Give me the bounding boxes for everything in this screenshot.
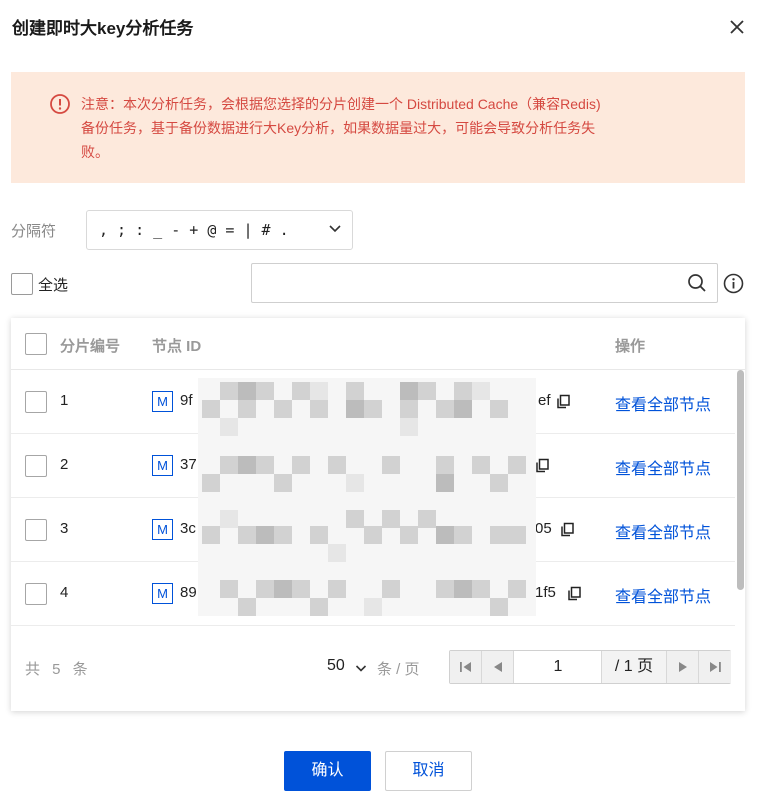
scrollbar-thumb[interactable] (737, 370, 744, 590)
node-id-end: ef (538, 392, 551, 409)
copy-icon[interactable] (560, 522, 575, 537)
first-page-icon (460, 662, 471, 672)
copy-icon[interactable] (567, 586, 582, 601)
first-page-button[interactable] (450, 651, 482, 683)
row-checkbox[interactable] (25, 519, 47, 541)
page-size-select[interactable]: 50 (327, 657, 345, 675)
page-size-unit: 条 / 页 (377, 661, 420, 678)
separator-select[interactable]: , ; : _ - + @ = | # . (86, 210, 353, 250)
node-id-start: 9f (180, 392, 193, 409)
confirm-button[interactable]: 确认 (284, 751, 371, 791)
header-action: 操作 (615, 338, 646, 355)
alert-text-line-1: 注意：本次分析任务，会根据您选择的分片创建一个 Distributed Cach… (81, 96, 601, 112)
copy-icon[interactable] (556, 394, 571, 409)
page-total-label: / 1 页 (601, 651, 666, 683)
shard-number: 3 (60, 520, 69, 537)
header-node-id: 节点 ID (152, 338, 202, 355)
page-number-input[interactable]: 1 (515, 651, 601, 683)
chevron-down-icon (329, 225, 341, 233)
shard-number: 2 (60, 456, 69, 473)
row-checkbox[interactable] (25, 391, 47, 413)
shard-number: 1 (60, 392, 69, 409)
warning-alert: 注意：本次分析任务，会根据您选择的分片创建一个 Distributed Cach… (11, 72, 745, 183)
node-id-start: 37 (180, 456, 197, 473)
row-checkbox[interactable] (25, 583, 47, 605)
header-checkbox[interactable] (25, 333, 47, 355)
info-icon[interactable] (723, 273, 744, 294)
header-shard-no: 分片编号 (60, 338, 121, 355)
prev-page-icon (494, 662, 502, 672)
prev-page-button[interactable] (482, 651, 514, 683)
last-page-button[interactable] (698, 651, 731, 683)
close-icon[interactable] (728, 18, 746, 36)
select-all-label: 全选 (38, 277, 69, 294)
node-id-end: 05 (535, 520, 552, 537)
row-checkbox[interactable] (25, 455, 47, 477)
view-all-nodes-link[interactable]: 查看全部节点 (615, 583, 711, 607)
last-page-icon (710, 662, 721, 672)
pagination-controls: 1 / 1 页 (449, 650, 731, 684)
view-all-nodes-link[interactable]: 查看全部节点 (615, 519, 711, 543)
master-badge: M (152, 391, 173, 412)
node-id-start: 89 (180, 584, 197, 601)
next-page-button[interactable] (666, 651, 698, 683)
view-all-nodes-link[interactable]: 查看全部节点 (615, 455, 711, 479)
warning-circle-icon (50, 94, 70, 114)
pagination-total: 共 5 条 (25, 661, 92, 678)
copy-icon[interactable] (535, 458, 550, 473)
select-all-checkbox[interactable] (11, 273, 33, 295)
next-page-icon (679, 662, 687, 672)
view-all-nodes-link[interactable]: 查看全部节点 (615, 391, 711, 415)
node-id-start: 3c (180, 520, 196, 537)
search-icon[interactable] (687, 273, 707, 293)
redacted-node-ids (198, 378, 536, 616)
chevron-down-icon[interactable] (355, 664, 367, 673)
node-id-end: 1f5 (535, 584, 556, 601)
shard-number: 4 (60, 584, 69, 601)
search-input[interactable] (251, 263, 718, 303)
separator-label: 分隔符 (11, 223, 57, 240)
master-badge: M (152, 519, 173, 540)
alert-text-line-3: 败。 (81, 144, 109, 160)
master-badge: M (152, 455, 173, 476)
table-scrollbar[interactable] (735, 370, 745, 634)
alert-text-line-2: 备份任务，基于备份数据进行大Key分析，如果数据量过大，可能会导致分析任务失 (81, 120, 596, 136)
master-badge: M (152, 583, 173, 604)
separator-value: , ; : _ - + @ = | # . (99, 221, 289, 239)
table-header: 分片编号 节点 ID 操作 (11, 318, 745, 370)
cancel-button[interactable]: 取消 (385, 751, 472, 791)
dialog-title: 创建即时大key分析任务 (12, 19, 194, 38)
